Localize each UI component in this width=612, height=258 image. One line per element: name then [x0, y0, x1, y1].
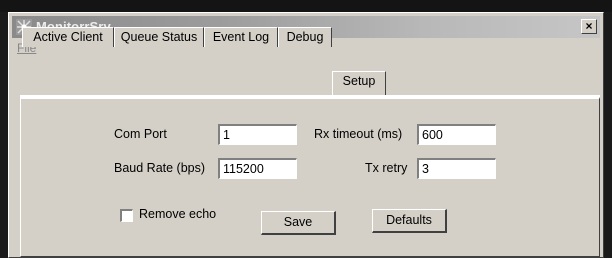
- com-port-label: Com Port: [114, 127, 167, 141]
- rx-timeout-field[interactable]: [417, 124, 496, 145]
- remove-echo-label: Remove echo: [139, 207, 217, 221]
- tab-queue-status[interactable]: Queue Status: [114, 27, 204, 47]
- tab-setup[interactable]: Setup: [332, 71, 386, 95]
- defaults-button[interactable]: Defaults: [372, 209, 447, 233]
- save-button[interactable]: Save: [261, 211, 336, 235]
- baud-rate-label: Baud Rate (bps): [114, 161, 206, 175]
- main-window: MonitorrSrv × File Active Client Queue S…: [8, 12, 604, 258]
- setup-panel: Com Port Rx timeout (ms) Baud Rate (bps)…: [20, 97, 600, 257]
- rx-timeout-label: Rx timeout (ms): [314, 127, 403, 141]
- baud-rate-field[interactable]: [218, 158, 297, 179]
- close-button[interactable]: ×: [581, 19, 597, 34]
- tab-label: Active Client: [33, 30, 103, 44]
- tab-label: Debug: [286, 30, 324, 44]
- tx-retry-field[interactable]: [417, 158, 496, 179]
- tab-active-client[interactable]: Active Client: [22, 27, 114, 47]
- desktop-background: [0, 0, 612, 12]
- tx-retry-label: Tx retry: [365, 161, 408, 175]
- save-button-label: Save: [283, 215, 313, 229]
- defaults-button-label: Defaults: [386, 213, 432, 227]
- remove-echo-checkbox[interactable]: [120, 209, 133, 222]
- tab-event-log[interactable]: Event Log: [204, 27, 278, 47]
- tab-label: Setup: [342, 74, 376, 88]
- close-icon: ×: [585, 19, 593, 33]
- tab-label: Event Log: [212, 30, 270, 44]
- tab-debug[interactable]: Debug: [278, 27, 332, 47]
- com-port-field[interactable]: [218, 124, 297, 145]
- tab-label: Queue Status: [120, 30, 198, 44]
